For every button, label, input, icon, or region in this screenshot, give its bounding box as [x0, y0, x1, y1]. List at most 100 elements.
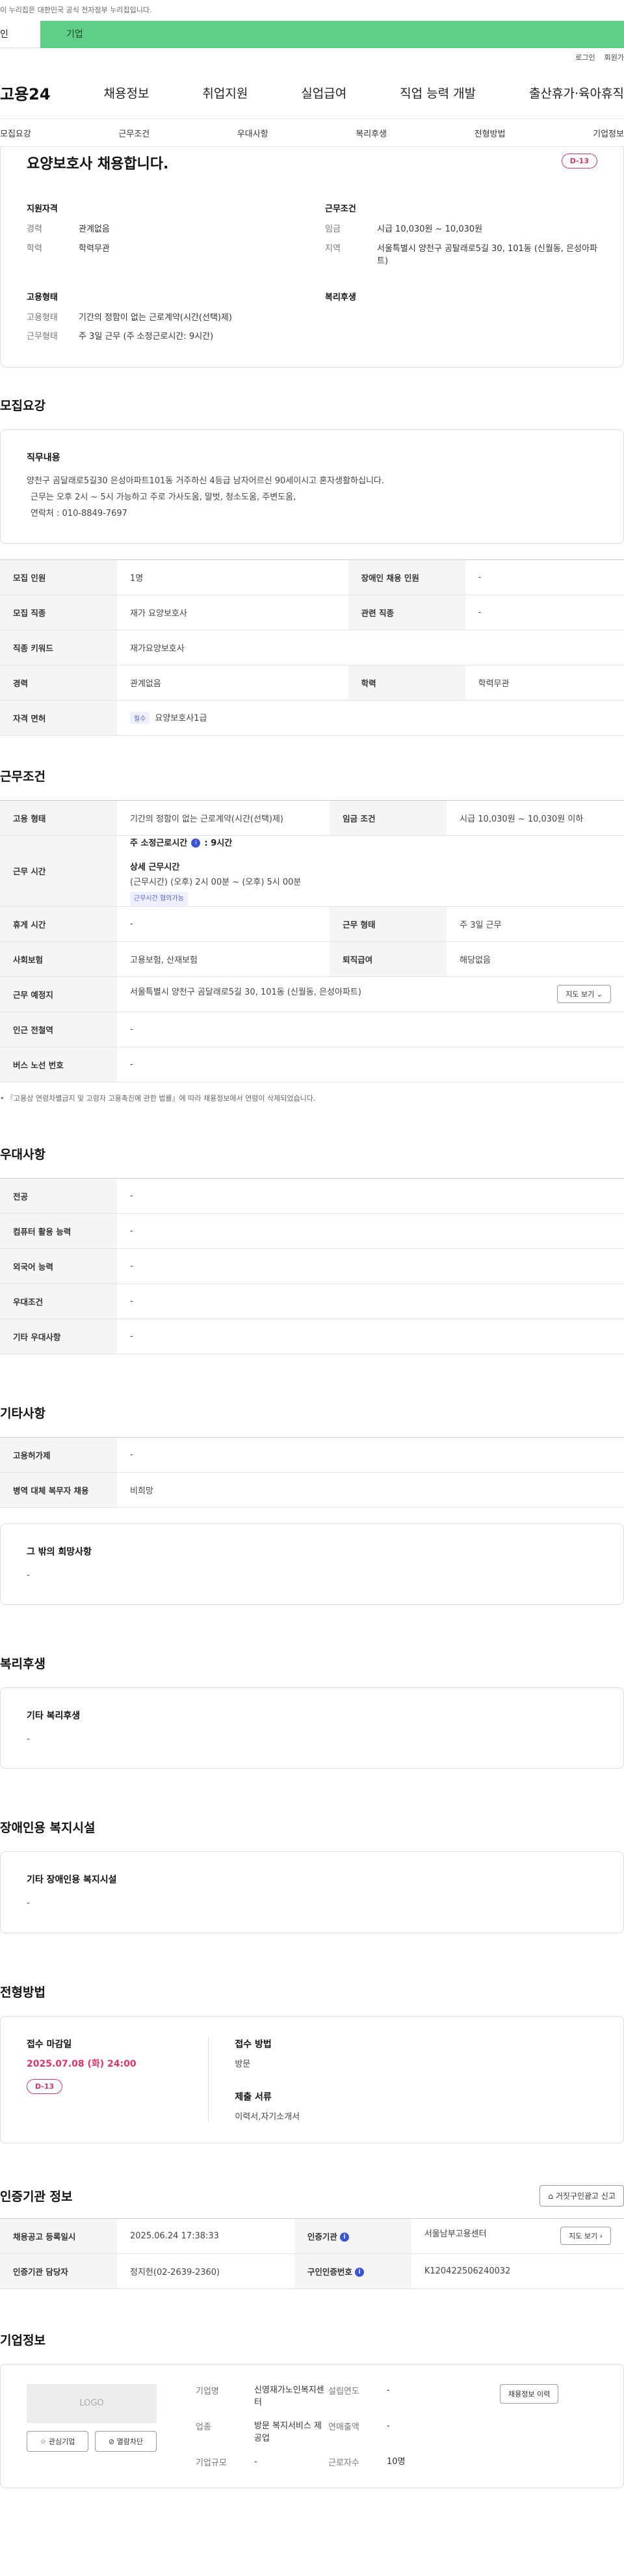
report-fake-ad-button[interactable]: ⌂ 거짓구인광고 신고 [540, 2184, 624, 2207]
gov-notice: 이 누리집은 대한민국 공식 전자정부 누리집입니다. [0, 0, 624, 21]
row-value: K120422506240032 [411, 2253, 624, 2289]
gnb-employment-support[interactable]: 취업지원 [202, 84, 248, 101]
subnav-work[interactable]: 근무조건 [118, 127, 150, 139]
cond-key: 지역 [325, 243, 341, 254]
subnav-process[interactable]: 전형방법 [474, 127, 506, 139]
method-value: 방문 [235, 2059, 251, 2069]
age-note: • 『고용상 연령차별금지 및 고령자 고용촉진에 관한 법률』에 따라 채용정… [0, 1093, 316, 1103]
table-row: 사회보험 고용보험, 산재보험 퇴직급여 해당없음 [0, 941, 624, 977]
row-key: 병역 대체 복무자 채용 [0, 1472, 117, 1508]
job-description-title: 직무내용 [27, 452, 60, 463]
other-wishes-box: 그 밖의 희망사항 - [0, 1523, 624, 1605]
favorite-company-button[interactable]: ☆ 관심기업 [27, 2430, 88, 2452]
process-section-title: 전형방법 [0, 1985, 46, 2000]
method-title: 접수 방법 [235, 2039, 272, 2050]
info-value: - [387, 2421, 390, 2431]
signup-link[interactable]: 회원가 [604, 52, 624, 62]
row-key: 우대조건 [0, 1283, 117, 1319]
table-row: 채용공고 등록일시 2025.06.24 17:38:33 인증기관 i 서울남부고용센… [0, 2218, 624, 2254]
tab-individual[interactable]: 인 [0, 21, 40, 48]
row-key: 학력 [348, 665, 465, 701]
login-link[interactable]: 로그인 [575, 52, 595, 62]
block-view-button[interactable]: ⊘ 열람차단 [95, 2430, 157, 2452]
map-view-button[interactable]: 지도 보기 ⌄ [557, 985, 611, 1004]
job-description-line: 근무는 오후 2시 ~ 5시 가능하고 주로 가사도움, 말벗, 청소도움, 주… [31, 492, 296, 502]
qual-value: 학력무관 [79, 243, 110, 254]
global-nav: 고용24 채용정보 취업지원 실업급여 직업 능력 개발 출산휴가·육아휴직 [0, 66, 624, 118]
row-value: 비희망 [117, 1472, 624, 1508]
welfare-box: 기타 복리후생 - [0, 1687, 624, 1769]
table-row: 인증기관 담당자 정지헌(02-2639-2360) 구인인증번호 i K1204225… [0, 2253, 624, 2289]
row-value: 서울특별시 양천구 곰달래로5길 30, 101동 (신월동, 은성아파트) [130, 987, 361, 998]
row-key: 버스 노선 번호 [0, 1047, 117, 1082]
process-box: 접수 마감일 2025.07.08 (화) 24:00 D-13 접수 방법 방… [0, 2015, 624, 2143]
row-value: 고용보험, 산재보험 [117, 941, 330, 977]
info-icon[interactable]: i [339, 2233, 349, 2242]
subnav-pref[interactable]: 우대사항 [237, 127, 268, 139]
table-row: 기타 우대사항 - [0, 1319, 624, 1354]
agency-map-button[interactable]: 지도 보기 › [560, 2227, 611, 2246]
pref-table: 전공 - 컴퓨터 활용 능력 - 외국어 능력 - 우대조건 - 기타 우대사항 - [0, 1177, 624, 1354]
row-key: 근무 시간 [0, 835, 117, 907]
gnb-vocational-training[interactable]: 직업 능력 개발 [400, 84, 476, 101]
subnav-recruit[interactable]: 모집요강 [0, 127, 31, 139]
negotiable-chip: 근무시간 협의가능 [130, 891, 188, 906]
row-value: 관계없음 [117, 665, 348, 701]
row-key: 관련 직종 [348, 595, 465, 630]
row-value: 서울남부고용센터 [424, 2229, 487, 2240]
docs-title: 제출 서류 [235, 2091, 272, 2102]
info-value: 방문 복지서비스 제공업 [254, 2421, 322, 2444]
other-wishes-title: 그 밖의 희망사항 [27, 1546, 92, 1557]
row-key: 고용 형태 [0, 800, 117, 836]
table-row: 직종 키워드 재가요양보호사 [0, 630, 624, 665]
row-key: 장애인 채용 인원 [348, 559, 465, 595]
info-key: 기업명 [196, 2386, 219, 2396]
disability-section-title: 장애인용 복지시설 [0, 1821, 96, 1836]
job-title: 요양보호사 채용합니다. [27, 156, 169, 172]
info-icon[interactable]: i [191, 839, 201, 848]
table-row: 자격 면허 필수 요양보호사1급 [0, 700, 624, 736]
row-key: 경력 [0, 665, 117, 701]
company-logo: LOGO [27, 2383, 157, 2423]
table-row: 고용 형태 기간의 정함이 없는 근로계약(시간(선택)제) 임금 조건 시급 10,… [0, 800, 624, 836]
table-row: 고용허가제 - [0, 1437, 624, 1473]
row-value: 시급 10,030원 ~ 10,030원 이하 [447, 800, 624, 836]
recruit-section-title: 모집요강 [0, 398, 46, 413]
company-info: 기업명 신영재가노인복지센터 설립연도 - 업종 방문 복지서비스 제공업 연매출액 -… [196, 2384, 461, 2469]
gnb-jobs[interactable]: 채용정보 [104, 84, 150, 101]
subnav-company[interactable]: 기업정보 [593, 127, 624, 139]
row-value: - [117, 1047, 624, 1082]
table-row: 모집 직종 재가 요양보호사 관련 직종 - [0, 595, 624, 630]
report-fake-ad-label: 거짓구인광고 신고 [555, 2191, 616, 2201]
row-key: 인증기관 [307, 2231, 337, 2242]
row-value: 재가요양보호사 [117, 630, 624, 665]
subnav-welfare[interactable]: 복리후생 [356, 127, 387, 139]
row-key: 자격 면허 [0, 700, 117, 736]
qual-heading: 지원자격 [27, 204, 58, 214]
row-key: 임금 조건 [330, 800, 447, 836]
info-value: 10명 [387, 2456, 406, 2467]
docs-value: 이력서,자기소개서 [235, 2112, 300, 2122]
table-row: 경력 관계없음 학력 학력무관 [0, 665, 624, 701]
row-key: 퇴직급여 [330, 941, 447, 977]
deadline-value: 2025.07.08 (화) 24:00 [27, 2058, 136, 2069]
gnb-unemployment-benefit[interactable]: 실업급여 [301, 84, 346, 101]
table-row: 근무 예정지 서울특별시 양천구 곰달래로5길 30, 101동 (신월동, 은성… [0, 976, 624, 1012]
table-row: 전공 - [0, 1178, 624, 1214]
info-icon[interactable]: i [354, 2268, 364, 2277]
welfare-section-title: 복리후생 [0, 1657, 46, 1672]
site-logo[interactable]: 고용24 [0, 81, 51, 104]
util-links: 로그인 회원가 [0, 48, 624, 66]
tab-company[interactable]: 기업 [40, 21, 624, 48]
detail-hours-label: 상세 근무시간 [130, 862, 180, 872]
gnb-parental-leave[interactable]: 출산휴가·육아휴직 [529, 84, 624, 101]
cond-heading: 근무조건 [325, 204, 356, 214]
table-row: 우대조건 - [0, 1283, 624, 1319]
row-key: 구인인증번호 [307, 2266, 352, 2277]
emp-key: 근무형태 [27, 332, 58, 342]
hiring-history-button[interactable]: 채용정보 이력 [500, 2383, 559, 2404]
qual-value: 관계없음 [79, 224, 110, 234]
info-value: - [387, 2385, 390, 2395]
welfare-box-title: 기타 복리후생 [27, 1711, 81, 1722]
row-value: - [117, 1319, 624, 1354]
